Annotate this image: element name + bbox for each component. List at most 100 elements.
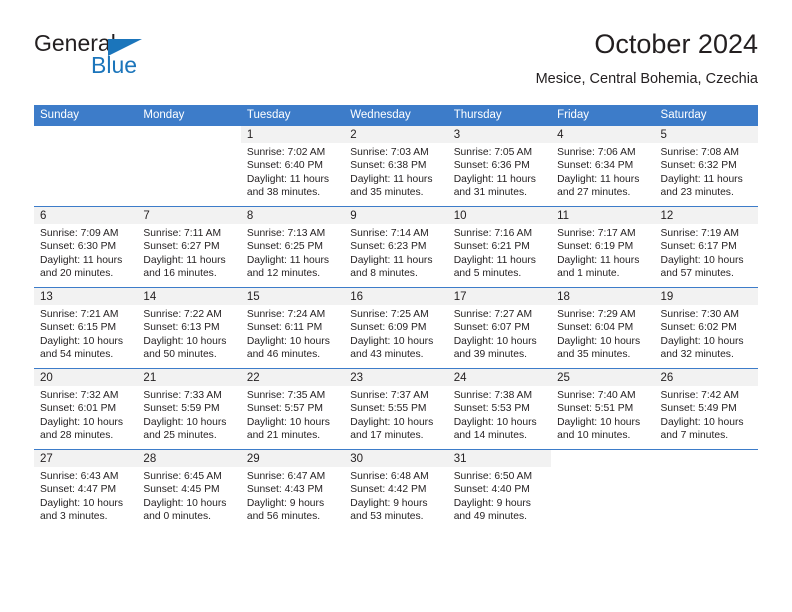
calendar-day-cell[interactable]: 28 Sunrise: 6:45 AM Sunset: 4:45 PM Dayligh…: [137, 449, 241, 530]
sunset-text: Sunset: 5:51 PM: [557, 403, 634, 415]
weekday-header-monday: Monday: [137, 105, 241, 126]
daylight-text: Daylight: 9 hours and 53 minutes.: [350, 497, 428, 523]
daylight-text: Daylight: 10 hours and 57 minutes.: [660, 254, 744, 280]
day-number: 11: [551, 207, 655, 224]
sunset-text: Sunset: 6:09 PM: [350, 322, 427, 334]
daylight-text: Daylight: 10 hours and 25 minutes.: [143, 416, 227, 442]
daylight-text: Daylight: 9 hours and 49 minutes.: [453, 497, 531, 523]
calendar-week-row: 13 Sunrise: 7:21 AM Sunset: 6:15 PM Dayligh…: [34, 287, 758, 369]
calendar-day-cell[interactable]: 3 Sunrise: 7:05 AM Sunset: 6:36 PM Daylight…: [447, 126, 552, 207]
calendar-cell-empty: [551, 449, 655, 530]
daylight-text: Daylight: 10 hours and 46 minutes.: [246, 335, 330, 361]
day-number: 25: [551, 369, 655, 386]
day-number: 19: [654, 288, 758, 305]
calendar-day-cell[interactable]: 19 Sunrise: 7:30 AM Sunset: 6:02 PM Dayligh…: [654, 287, 758, 369]
daylight-text: Daylight: 11 hours and 16 minutes.: [143, 254, 226, 280]
calendar-day-cell[interactable]: 5 Sunrise: 7:08 AM Sunset: 6:32 PM Daylight…: [654, 126, 758, 207]
calendar-week-row: 20 Sunrise: 7:32 AM Sunset: 6:01 PM Dayligh…: [34, 368, 758, 450]
calendar-day-cell[interactable]: 15 Sunrise: 7:24 AM Sunset: 6:11 PM Dayligh…: [240, 287, 345, 369]
calendar-day-cell[interactable]: 2 Sunrise: 7:03 AM Sunset: 6:38 PM Daylight…: [344, 126, 448, 207]
day-details: Sunrise: 7:38 AM Sunset: 5:53 PM Daylight:…: [448, 386, 551, 443]
day-details: Sunrise: 7:11 AM Sunset: 6:27 PM Daylight:…: [137, 224, 240, 281]
day-details: Sunrise: 7:21 AM Sunset: 6:15 PM Daylight:…: [34, 305, 137, 362]
day-number: 12: [654, 207, 758, 224]
calendar-day-cell[interactable]: 22 Sunrise: 7:35 AM Sunset: 5:57 PM Dayligh…: [240, 368, 345, 450]
calendar-day-cell[interactable]: 9 Sunrise: 7:14 AM Sunset: 6:23 PM Daylight…: [344, 206, 448, 288]
calendar-day-cell[interactable]: 12 Sunrise: 7:19 AM Sunset: 6:17 PM Dayligh…: [654, 206, 758, 288]
calendar-day-cell[interactable]: 20 Sunrise: 7:32 AM Sunset: 6:01 PM Dayligh…: [34, 368, 138, 450]
day-number: 28: [137, 450, 241, 467]
sunset-text: Sunset: 5:53 PM: [453, 403, 530, 415]
page-title: October 2024: [594, 29, 758, 59]
day-details: Sunrise: 7:16 AM Sunset: 6:21 PM Daylight:…: [448, 224, 551, 281]
day-number: 6: [34, 207, 138, 224]
sunset-text: Sunset: 6:13 PM: [143, 322, 220, 334]
calendar-day-cell[interactable]: 21 Sunrise: 7:33 AM Sunset: 5:59 PM Dayligh…: [137, 368, 241, 450]
day-details: Sunrise: 7:03 AM Sunset: 6:38 PM Daylight:…: [344, 143, 447, 200]
calendar-day-cell[interactable]: 29 Sunrise: 6:47 AM Sunset: 4:43 PM Dayligh…: [240, 449, 345, 530]
sunrise-text: Sunrise: 7:06 AM: [557, 147, 636, 158]
sunset-text: Sunset: 4:47 PM: [40, 484, 117, 496]
sunrise-text: Sunrise: 7:08 AM: [660, 147, 739, 158]
sunrise-text: Sunrise: 6:50 AM: [453, 471, 533, 482]
calendar-week-row: 27 Sunrise: 6:43 AM Sunset: 4:47 PM Dayligh…: [34, 449, 758, 530]
calendar-day-cell[interactable]: 18 Sunrise: 7:29 AM Sunset: 6:04 PM Dayligh…: [551, 287, 655, 369]
calendar-day-cell[interactable]: 8 Sunrise: 7:13 AM Sunset: 6:25 PM Daylight…: [240, 206, 345, 288]
day-details: Sunrise: 7:19 AM Sunset: 6:17 PM Daylight:…: [655, 224, 758, 281]
sunset-text: Sunset: 6:27 PM: [143, 241, 220, 253]
day-number: 3: [447, 126, 552, 143]
daylight-text: Daylight: 10 hours and 32 minutes.: [660, 335, 744, 361]
daylight-text: Daylight: 11 hours and 8 minutes.: [350, 254, 433, 280]
day-number: 23: [344, 369, 448, 386]
brand-logo[interactable]: General Blue: [34, 30, 254, 90]
calendar-day-cell[interactable]: 26 Sunrise: 7:42 AM Sunset: 5:49 PM Dayligh…: [654, 368, 758, 450]
calendar-day-cell[interactable]: 14 Sunrise: 7:22 AM Sunset: 6:13 PM Dayligh…: [137, 287, 241, 369]
day-details: Sunrise: 7:30 AM Sunset: 6:02 PM Daylight:…: [655, 305, 758, 362]
daylight-text: Daylight: 9 hours and 56 minutes.: [246, 497, 325, 523]
day-details: Sunrise: 7:25 AM Sunset: 6:09 PM Daylight:…: [344, 305, 447, 362]
sunrise-text: Sunrise: 7:17 AM: [557, 228, 636, 239]
sunrise-text: Sunrise: 7:16 AM: [453, 228, 533, 239]
calendar-day-cell[interactable]: 31 Sunrise: 6:50 AM Sunset: 4:40 PM Dayligh…: [447, 449, 552, 530]
calendar-day-cell[interactable]: 1 Sunrise: 7:02 AM Sunset: 6:40 PM Daylight…: [240, 126, 345, 207]
day-number: 18: [551, 288, 655, 305]
sunrise-text: Sunrise: 7:11 AM: [143, 228, 222, 239]
daylight-text: Daylight: 10 hours and 54 minutes.: [40, 335, 123, 361]
calendar-week-row: 6 Sunrise: 7:09 AM Sunset: 6:30 PM Daylight…: [34, 206, 758, 288]
calendar-day-cell[interactable]: 13 Sunrise: 7:21 AM Sunset: 6:15 PM Dayligh…: [34, 287, 138, 369]
weekday-header-wednesday: Wednesday: [344, 105, 448, 126]
sunrise-text: Sunrise: 7:03 AM: [350, 147, 429, 158]
sunrise-text: Sunrise: 7:38 AM: [453, 390, 533, 401]
calendar-day-cell[interactable]: 25 Sunrise: 7:40 AM Sunset: 5:51 PM Dayligh…: [551, 368, 655, 450]
calendar-day-cell[interactable]: 16 Sunrise: 7:25 AM Sunset: 6:09 PM Dayligh…: [344, 287, 448, 369]
calendar-day-cell[interactable]: 17 Sunrise: 7:27 AM Sunset: 6:07 PM Dayligh…: [447, 287, 552, 369]
calendar-day-cell[interactable]: 6 Sunrise: 7:09 AM Sunset: 6:30 PM Daylight…: [34, 206, 138, 288]
calendar-day-cell[interactable]: 24 Sunrise: 7:38 AM Sunset: 5:53 PM Dayligh…: [447, 368, 552, 450]
day-details: Sunrise: 7:08 AM Sunset: 6:32 PM Daylight:…: [655, 143, 758, 200]
sunrise-text: Sunrise: 6:43 AM: [40, 471, 119, 482]
day-number: 26: [654, 369, 758, 386]
day-details: Sunrise: 6:45 AM Sunset: 4:45 PM Daylight:…: [137, 467, 240, 524]
daylight-text: Daylight: 10 hours and 0 minutes.: [143, 497, 227, 523]
daylight-text: Daylight: 10 hours and 21 minutes.: [246, 416, 330, 442]
weekday-header-friday: Friday: [551, 105, 655, 126]
sunrise-text: Sunrise: 6:45 AM: [143, 471, 222, 482]
calendar-day-cell[interactable]: 11 Sunrise: 7:17 AM Sunset: 6:19 PM Dayligh…: [551, 206, 655, 288]
sunset-text: Sunset: 6:01 PM: [40, 403, 117, 415]
daylight-text: Daylight: 11 hours and 12 minutes.: [246, 254, 330, 280]
sunrise-text: Sunrise: 7:14 AM: [350, 228, 429, 239]
weekday-header-row: Sunday Monday Tuesday Wednesday Thursday…: [34, 105, 758, 126]
calendar-day-cell[interactable]: 23 Sunrise: 7:37 AM Sunset: 5:55 PM Dayligh…: [344, 368, 448, 450]
calendar-day-cell[interactable]: 10 Sunrise: 7:16 AM Sunset: 6:21 PM Dayligh…: [447, 206, 552, 288]
day-details: Sunrise: 7:29 AM Sunset: 6:04 PM Daylight:…: [551, 305, 654, 362]
calendar-day-cell[interactable]: 7 Sunrise: 7:11 AM Sunset: 6:27 PM Daylight…: [137, 206, 241, 288]
calendar-day-cell[interactable]: 27 Sunrise: 6:43 AM Sunset: 4:47 PM Dayligh…: [34, 449, 138, 530]
weekday-header-tuesday: Tuesday: [240, 105, 345, 126]
day-number: 20: [34, 369, 138, 386]
sunrise-text: Sunrise: 7:32 AM: [40, 390, 119, 401]
day-number: 30: [344, 450, 448, 467]
page-subtitle: Mesice, Central Bohemia, Czechia: [535, 71, 758, 87]
sunset-text: Sunset: 6:40 PM: [246, 160, 323, 172]
calendar-day-cell[interactable]: 30 Sunrise: 6:48 AM Sunset: 4:42 PM Dayligh…: [344, 449, 448, 530]
calendar-day-cell[interactable]: 4 Sunrise: 7:06 AM Sunset: 6:34 PM Daylight…: [551, 126, 655, 207]
